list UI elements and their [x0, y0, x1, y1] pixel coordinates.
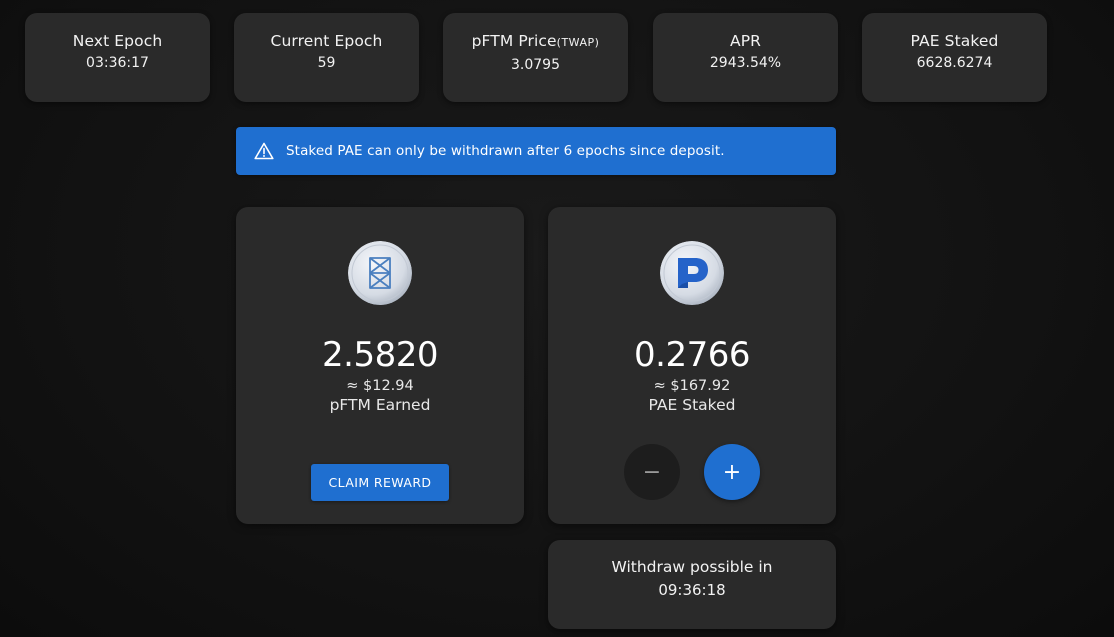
- boardroom-page: Next Epoch 03:36:17 Current Epoch 59 pFT…: [0, 0, 1114, 637]
- stat-label: pFTM Price(TWAP): [472, 31, 600, 53]
- stat-label-suffix: (TWAP): [556, 36, 600, 49]
- staked-card: 0.2766 ≈ $167.92 PAE Staked − +: [548, 207, 836, 524]
- earned-usd-value: ≈ $12.94: [346, 378, 414, 394]
- fantom-logo-icon: [348, 241, 412, 305]
- stat-card-apr: APR 2943.54%: [653, 13, 838, 102]
- stat-label: Current Epoch: [270, 32, 383, 50]
- stat-value: 6628.6274: [916, 55, 993, 71]
- stat-value: 3.0795: [511, 57, 560, 73]
- withdraw-timer-card: Withdraw possible in 09:36:18: [548, 540, 836, 629]
- stat-card-pftm-price: pFTM Price(TWAP) 3.0795: [443, 13, 628, 102]
- stat-value: 03:36:17: [86, 55, 149, 71]
- stat-label: Next Epoch: [72, 32, 163, 50]
- withdraw-info-alert: Staked PAE can only be withdrawn after 6…: [236, 127, 836, 175]
- earned-card: 2.5820 ≈ $12.94 pFTM Earned CLAIM REWARD: [236, 207, 524, 524]
- stat-card-pae-staked: PAE Staked 6628.6274: [862, 13, 1047, 102]
- earned-amount: 2.5820: [322, 335, 438, 375]
- stat-value: 2943.54%: [709, 55, 782, 71]
- claim-reward-button[interactable]: CLAIM REWARD: [311, 464, 449, 501]
- staked-label: PAE Staked: [648, 396, 736, 414]
- stat-card-current-epoch: Current Epoch 59: [234, 13, 419, 102]
- withdraw-countdown: 09:36:18: [658, 581, 726, 599]
- stat-label-text: pFTM Price: [471, 32, 557, 50]
- alert-text: Staked PAE can only be withdrawn after 6…: [286, 143, 725, 159]
- stat-card-next-epoch: Next Epoch 03:36:17: [25, 13, 210, 102]
- staked-amount: 0.2766: [634, 335, 750, 375]
- pae-logo-icon: [660, 241, 724, 305]
- withdraw-label: Withdraw possible in: [611, 558, 773, 576]
- staked-usd-value: ≈ $167.92: [653, 378, 731, 394]
- stat-label: APR: [729, 32, 762, 50]
- earned-label: pFTM Earned: [329, 396, 431, 414]
- warning-triangle-icon: [254, 142, 274, 160]
- unstake-button[interactable]: −: [624, 444, 680, 500]
- stat-value: 59: [317, 55, 336, 71]
- stake-button[interactable]: +: [704, 444, 760, 500]
- stat-label: PAE Staked: [910, 32, 999, 50]
